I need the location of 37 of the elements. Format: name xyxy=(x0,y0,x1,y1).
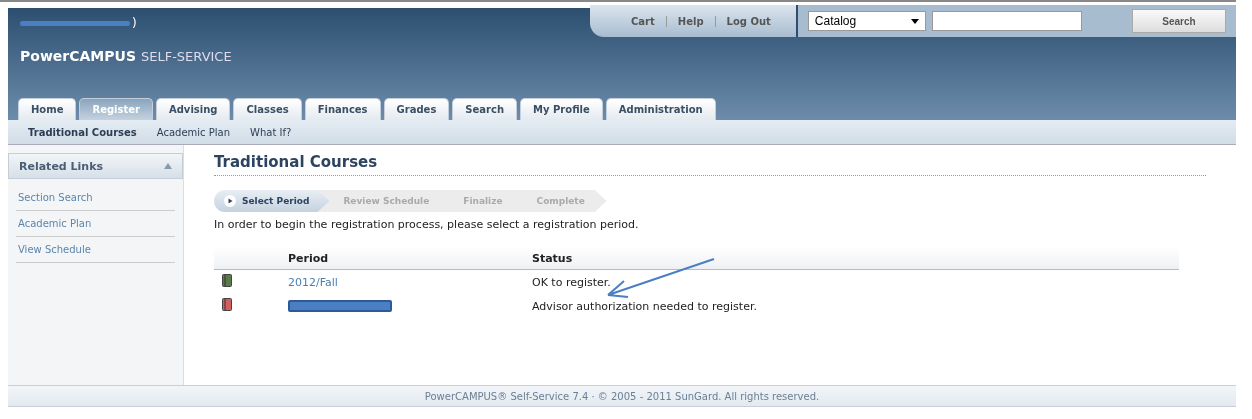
search-button[interactable]: Search xyxy=(1132,9,1226,33)
wizard-step: Complete xyxy=(510,190,607,212)
catalog-dropdown[interactable]: Catalog xyxy=(807,11,926,31)
nav-tab[interactable]: Advising xyxy=(155,98,231,120)
nav-tab[interactable]: Home xyxy=(18,98,77,120)
nav-tab[interactable]: Administration xyxy=(605,98,716,120)
search-field[interactable] xyxy=(931,11,1082,31)
welcome-text: ) xyxy=(132,16,137,30)
nav-tab[interactable]: Grades xyxy=(383,98,450,120)
header-link[interactable]: Cart xyxy=(620,15,666,27)
header-link[interactable]: Log Out xyxy=(714,15,782,27)
footer-text: PowerCAMPUS® Self-Service 7.4 · © 2005 - 2011 SunGard. All rights reserved. xyxy=(424,390,820,402)
status-text: OK to register. xyxy=(532,275,612,289)
nav-tab[interactable]: Search xyxy=(452,98,518,120)
period-link[interactable]: 2012/Fall xyxy=(288,275,338,289)
subnav-link[interactable]: Traditional Courses xyxy=(28,126,137,138)
logo-subtitle: SELF-SERVICE xyxy=(140,49,232,64)
instruction-text: In order to begin the registration process, please select a registration period. xyxy=(214,218,640,231)
sidebar-header[interactable]: Related Links xyxy=(8,153,183,179)
sidebar-link[interactable]: Section Search xyxy=(16,185,175,211)
sidebar-title: Related Links xyxy=(19,159,104,173)
column-header: Period xyxy=(288,251,330,265)
collapse-icon[interactable] xyxy=(164,163,172,169)
subnav-link[interactable]: What If? xyxy=(250,126,292,138)
status-text: Advisor authorization needed to register. xyxy=(532,299,758,313)
caret-icon xyxy=(910,18,919,24)
logo-text: PowerCAMPUS xyxy=(20,48,136,64)
nav-tab[interactable]: My Profile xyxy=(520,98,603,120)
nav-tab[interactable]: Finances xyxy=(304,98,381,120)
sidebar-link[interactable]: Academic Plan xyxy=(16,211,175,237)
play-icon xyxy=(224,195,236,207)
page-title: Traditional Courses xyxy=(214,153,1206,176)
sidebar-link[interactable]: View Schedule xyxy=(16,237,175,263)
header-link[interactable]: Help xyxy=(665,15,715,27)
nav-tab[interactable]: Classes xyxy=(233,98,302,120)
column-header: Status xyxy=(532,251,574,265)
subnav-link[interactable]: Academic Plan xyxy=(156,126,231,138)
